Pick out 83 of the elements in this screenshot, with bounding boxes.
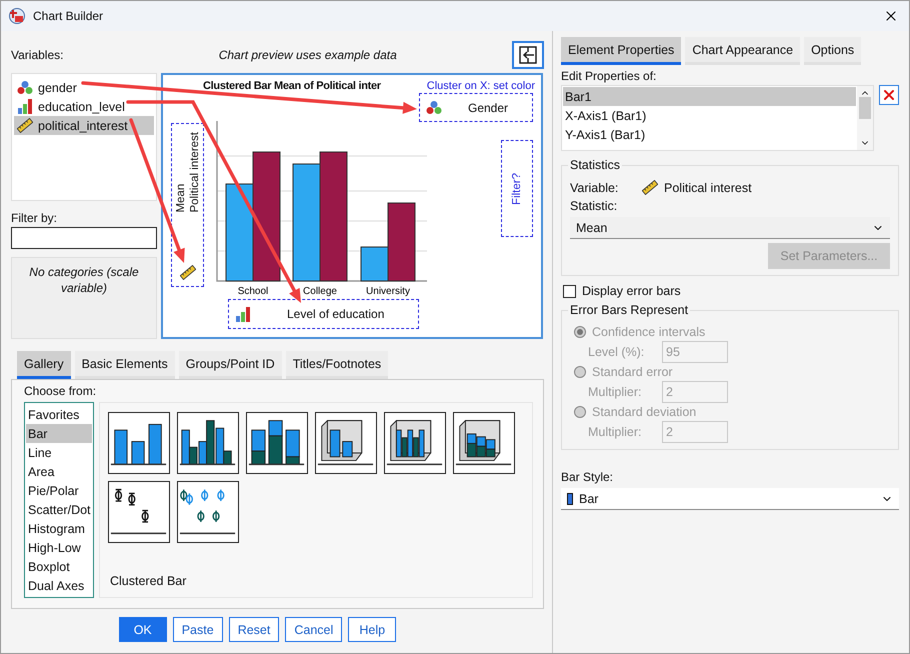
delete-icon — [881, 87, 897, 103]
properties-tab[interactable]: Chart Appearance — [685, 37, 800, 65]
chart-thumbnail[interactable] — [177, 412, 239, 474]
checkbox[interactable] — [563, 284, 576, 298]
expand-panel-button[interactable] — [512, 41, 544, 69]
gallery-tab[interactable]: Titles/Footnotes — [286, 351, 388, 379]
ruler-icon — [17, 118, 33, 133]
filter-input[interactable] — [11, 227, 157, 249]
properties-tab[interactable]: Element Properties — [561, 37, 682, 65]
chart-title: Clustered Bar Mean of Political inter — [203, 80, 381, 92]
field-label: Multiplier: — [588, 385, 642, 399]
chart-thumbnail[interactable] — [246, 412, 308, 474]
thumbnail-caption: Clustered Bar — [109, 574, 188, 588]
gallery-tab[interactable]: Basic Elements — [74, 351, 175, 379]
properties-tab[interactable]: Options — [804, 37, 862, 65]
chart-thumbnail[interactable] — [108, 412, 170, 474]
statistic-dropdown[interactable]: Mean — [570, 217, 890, 239]
category-label: University — [366, 286, 410, 297]
checkbox-label: Display error bars — [582, 284, 681, 298]
edit-properties-label: Edit Properties of: — [561, 69, 658, 83]
chart-thumbnail[interactable] — [108, 481, 170, 543]
ordinal-variable-icon — [235, 306, 251, 322]
radio-label: Confidence intervals — [592, 325, 706, 339]
y-axis-drop-zone[interactable]: Mean Political interest — [171, 123, 204, 287]
chart-type-item[interactable]: High-Low — [26, 538, 92, 557]
chart-type-item[interactable]: Pie/Polar — [26, 481, 92, 500]
dialog-button[interactable]: Reset — [228, 617, 280, 642]
element-item[interactable]: Y-Axis1 (Bar1) — [563, 125, 856, 144]
bar-style-label: Bar Style: — [561, 470, 614, 484]
nominal-variable-icon — [17, 80, 33, 95]
chart-type-item[interactable]: Boxplot — [26, 557, 92, 576]
group-title: Statistics — [568, 158, 622, 172]
scrollbar-thumb[interactable] — [859, 97, 871, 119]
gallery-tab[interactable]: Groups/Point ID — [178, 351, 282, 379]
category-label: School — [238, 286, 268, 297]
cluster-drop-zone[interactable]: Gender — [419, 93, 533, 122]
statistic-label: Statistic: — [570, 199, 618, 213]
choose-from-label: Choose from: — [24, 384, 98, 398]
variables-label: Variables: — [11, 48, 64, 62]
field-label: Level (%): — [588, 345, 646, 359]
filter-drop-zone[interactable]: Filter? — [501, 140, 533, 237]
chart-type-item[interactable]: Favorites — [26, 405, 92, 424]
preview-note: Chart preview uses example data — [218, 48, 398, 62]
group-title: Error Bars Represent — [568, 303, 690, 317]
dialog-button[interactable]: OK — [118, 617, 167, 642]
bar-icon — [567, 492, 573, 504]
chart-thumbnail[interactable] — [453, 412, 515, 474]
element-item[interactable]: X-Axis1 (Bar1) — [563, 106, 856, 125]
radio-label: Standard error — [592, 365, 673, 379]
x-axis-drop-zone[interactable]: Level of education — [228, 299, 419, 329]
chart-type-item[interactable]: Dual Axes — [26, 576, 92, 595]
dialog-button[interactable]: Help — [348, 617, 396, 642]
bar-style-dropdown[interactable]: Bar — [561, 488, 899, 510]
variable-item[interactable]: gender — [14, 78, 154, 97]
chart-thumbnail[interactable] — [384, 412, 446, 474]
nominal-variable-icon — [426, 100, 442, 115]
dialog-button[interactable]: Cancel — [285, 617, 342, 642]
chart-type-item[interactable]: Bar — [26, 424, 92, 443]
chart-type-item[interactable]: Area — [26, 462, 92, 481]
app-icon — [9, 8, 25, 24]
no-categories-note: No categories (scale variable) — [11, 257, 157, 339]
variable-value: Political interest — [664, 180, 752, 194]
variable-item[interactable]: political_interest — [14, 116, 154, 135]
chart-thumbnail[interactable] — [177, 481, 239, 543]
field-label: Multiplier: — [588, 425, 642, 439]
scrollbar[interactable] — [857, 86, 873, 150]
variable-label: Variable: — [570, 180, 620, 194]
chart-type-item[interactable]: Histogram — [26, 519, 92, 538]
variable-item[interactable]: education_level — [14, 97, 154, 116]
element-item[interactable]: Bar1 — [563, 87, 856, 106]
gallery-tab[interactable]: Gallery — [17, 351, 71, 379]
delete-button[interactable] — [879, 85, 899, 105]
chart-type-item[interactable]: Line — [26, 443, 92, 462]
category-label: College — [303, 286, 337, 297]
dialog-button[interactable]: Paste — [172, 617, 223, 642]
ruler-icon — [180, 265, 196, 280]
filter-label: Filter by: — [11, 211, 58, 225]
window-title: Chart Builder — [33, 9, 104, 23]
chart-type-item[interactable]: Scatter/Dot — [26, 500, 92, 519]
chart-thumbnail[interactable] — [315, 412, 377, 474]
ordinal-variable-icon — [17, 99, 33, 114]
radio-label: Standard deviation — [592, 405, 696, 419]
cluster-hint: Cluster on X: set color — [426, 80, 535, 92]
